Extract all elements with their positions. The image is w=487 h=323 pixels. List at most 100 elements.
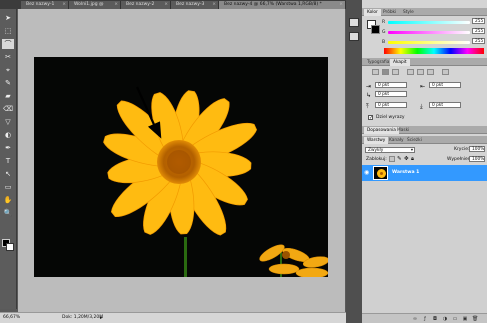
tool-11-icon[interactable]: T — [2, 156, 14, 166]
tab-bez-nazwy-1[interactable]: Bez nazwy-1 × — [21, 1, 69, 9]
first-line-indent-icon: ↳ — [366, 92, 372, 99]
justify-left-button[interactable] — [407, 69, 414, 75]
tab-label: Bez nazwy-1 — [26, 2, 55, 7]
opacity-field[interactable]: 100% — [469, 146, 485, 152]
channel-r-label: R — [382, 20, 386, 25]
tool-13-icon[interactable]: ▭ — [2, 182, 14, 192]
panel-dock: Kolor Próbki Style R 255 G 255 B 255 Typ… — [362, 0, 487, 323]
zoom-level[interactable]: 66,67% — [3, 313, 20, 323]
tab-sciezki[interactable]: Ścieżki — [404, 137, 425, 144]
align-left-button[interactable] — [372, 69, 379, 75]
justify-center-button[interactable] — [417, 69, 424, 75]
lock-move-icon[interactable]: ✥ — [404, 156, 409, 162]
blend-mode-select[interactable]: Zwykły ▾ — [365, 147, 415, 153]
layers-list-empty — [362, 181, 487, 313]
layer-thumbnail — [373, 166, 388, 180]
tool-5-icon[interactable]: ✎ — [2, 78, 14, 88]
tool-14-icon[interactable]: ✋ — [2, 195, 14, 205]
new-layer-icon[interactable]: ▣ — [462, 316, 468, 322]
close-icon[interactable]: × — [62, 1, 66, 9]
indent-left-field[interactable]: 0 pkt — [375, 82, 407, 88]
tool-2-icon[interactable]: ⌒ — [2, 39, 14, 49]
background-swatch[interactable] — [6, 243, 14, 251]
layers-panel-tabs: Warstwy Kanały Ścieżki — [362, 136, 487, 144]
close-icon[interactable]: × — [114, 1, 118, 9]
channel-b-value[interactable]: 255 — [472, 38, 485, 44]
tab-maski[interactable]: Maski — [394, 127, 412, 134]
tool-12-icon[interactable]: ↖ — [2, 169, 14, 179]
indent-right-icon: ⇤ — [420, 83, 426, 90]
tab-akapit[interactable]: Akapit — [390, 59, 410, 66]
channel-b-slider[interactable] — [388, 41, 470, 44]
channel-g-label: G — [382, 30, 386, 35]
channel-b-label: B — [382, 40, 386, 45]
space-after-field[interactable]: 0 pkt — [429, 102, 461, 108]
tab-bez-nazwy-2[interactable]: Bez nazwy-2 × — [121, 1, 171, 9]
space-before-field[interactable]: 0 pkt — [375, 102, 407, 108]
color-spectrum-bar[interactable] — [384, 48, 484, 54]
tools-panel: ➤ ⬚ ⌒ ✂ ⌖ ✎ ▰ ⌫ ▽ ◐ ✒ T ↖ ▭ ✋ 🔍 — [0, 9, 17, 309]
lock-all-icon[interactable]: 🔒︎ — [411, 156, 414, 163]
align-right-button[interactable] — [392, 69, 399, 75]
justify-right-button[interactable] — [427, 69, 434, 75]
channel-g-slider[interactable] — [388, 31, 470, 34]
channel-r-value[interactable]: 255 — [472, 18, 485, 24]
tab-style[interactable]: Style — [400, 9, 417, 16]
new-group-icon[interactable]: ▭ — [452, 316, 458, 322]
tool-4-icon[interactable]: ⌖ — [2, 65, 14, 75]
history-panel-icon[interactable] — [349, 18, 359, 27]
tab-typografia[interactable]: Typografia — [364, 59, 392, 66]
channel-g-value[interactable]: 255 — [472, 28, 485, 34]
chevron-down-icon: ▾ — [410, 148, 413, 153]
hyphenate-checkbox[interactable]: ✓ — [368, 115, 373, 121]
layer-row-warstwa-1[interactable]: ◉ Warstwa 1 — [362, 165, 487, 181]
align-center-button[interactable] — [382, 69, 389, 75]
tool-0-icon[interactable]: ➤ — [2, 13, 14, 23]
actions-panel-icon[interactable] — [349, 32, 359, 41]
lock-brush-icon[interactable]: ✎ — [397, 156, 402, 162]
opacity-label: Krycie: — [454, 147, 470, 152]
background-color-swatch[interactable] — [371, 25, 380, 34]
layer-style-icon[interactable]: ƒ — [422, 316, 428, 322]
close-icon[interactable]: × — [212, 1, 216, 9]
tool-8-icon[interactable]: ▽ — [2, 117, 14, 127]
tool-3-icon[interactable]: ✂ — [2, 52, 14, 62]
justify-all-button[interactable] — [442, 69, 449, 75]
tool-10-icon[interactable]: ✒ — [2, 143, 14, 153]
tab-warstwy[interactable]: Warstwy — [364, 137, 389, 144]
tab-label: Bez nazwy-3 — [176, 2, 205, 7]
close-icon[interactable]: × — [339, 1, 343, 9]
delete-layer-icon[interactable]: 🗑︎ — [472, 316, 478, 322]
hyphenate-label: Dziel wyrazy — [376, 115, 405, 120]
first-line-indent-field[interactable]: 0 pkt — [375, 91, 407, 97]
link-layers-icon[interactable]: ∞ — [412, 316, 418, 322]
tool-15-icon[interactable]: 🔍 — [2, 208, 14, 218]
layer-name[interactable]: Warstwa 1 — [392, 170, 419, 175]
tool-1-icon[interactable]: ⬚ — [2, 26, 14, 36]
tab-label: Bez nazwy-2 — [126, 2, 155, 7]
tool-6-icon[interactable]: ▰ — [2, 91, 14, 101]
tool-7-icon[interactable]: ⌫ — [2, 104, 14, 114]
layer-mask-icon[interactable]: ◘ — [432, 316, 438, 322]
flower-image — [103, 86, 328, 277]
tab-bez-nazwy-4[interactable]: Bez nazwy-4 @ 66,7% (Warstwa 1,RGB/8) * × — [219, 1, 346, 9]
lock-label: Zablokuj: — [366, 157, 387, 162]
channel-r-slider[interactable] — [388, 21, 470, 24]
indent-right-field[interactable]: 0 pkt — [429, 82, 461, 88]
adjustment-layer-icon[interactable]: ◑ — [442, 316, 448, 322]
flower-photo[interactable] — [34, 57, 328, 277]
status-arrow-icon[interactable]: ▸ — [100, 313, 103, 323]
tab-probki[interactable]: Próbki — [380, 9, 399, 16]
close-icon[interactable]: × — [164, 1, 168, 9]
adjustments-panel-tabs: Dopasowania Maski — [362, 126, 487, 134]
fill-field[interactable]: 100% — [469, 156, 485, 162]
status-bar: 66,67% Dok: 1,20M/3,20M ▸ — [0, 312, 346, 323]
tool-9-icon[interactable]: ◐ — [2, 130, 14, 140]
tab-kolor[interactable]: Kolor — [364, 9, 381, 16]
space-after-icon: ⤓ — [420, 103, 423, 110]
tab-bez-nazwy-3[interactable]: Bez nazwy-3 × — [171, 1, 219, 9]
lock-transparency-icon[interactable] — [389, 156, 395, 162]
tab-wolni1[interactable]: Wolni1.jpg @ × — [69, 1, 121, 9]
eye-icon[interactable]: ◉ — [364, 169, 369, 176]
document-size: Dok: 1,20M/3,20M — [62, 315, 104, 320]
